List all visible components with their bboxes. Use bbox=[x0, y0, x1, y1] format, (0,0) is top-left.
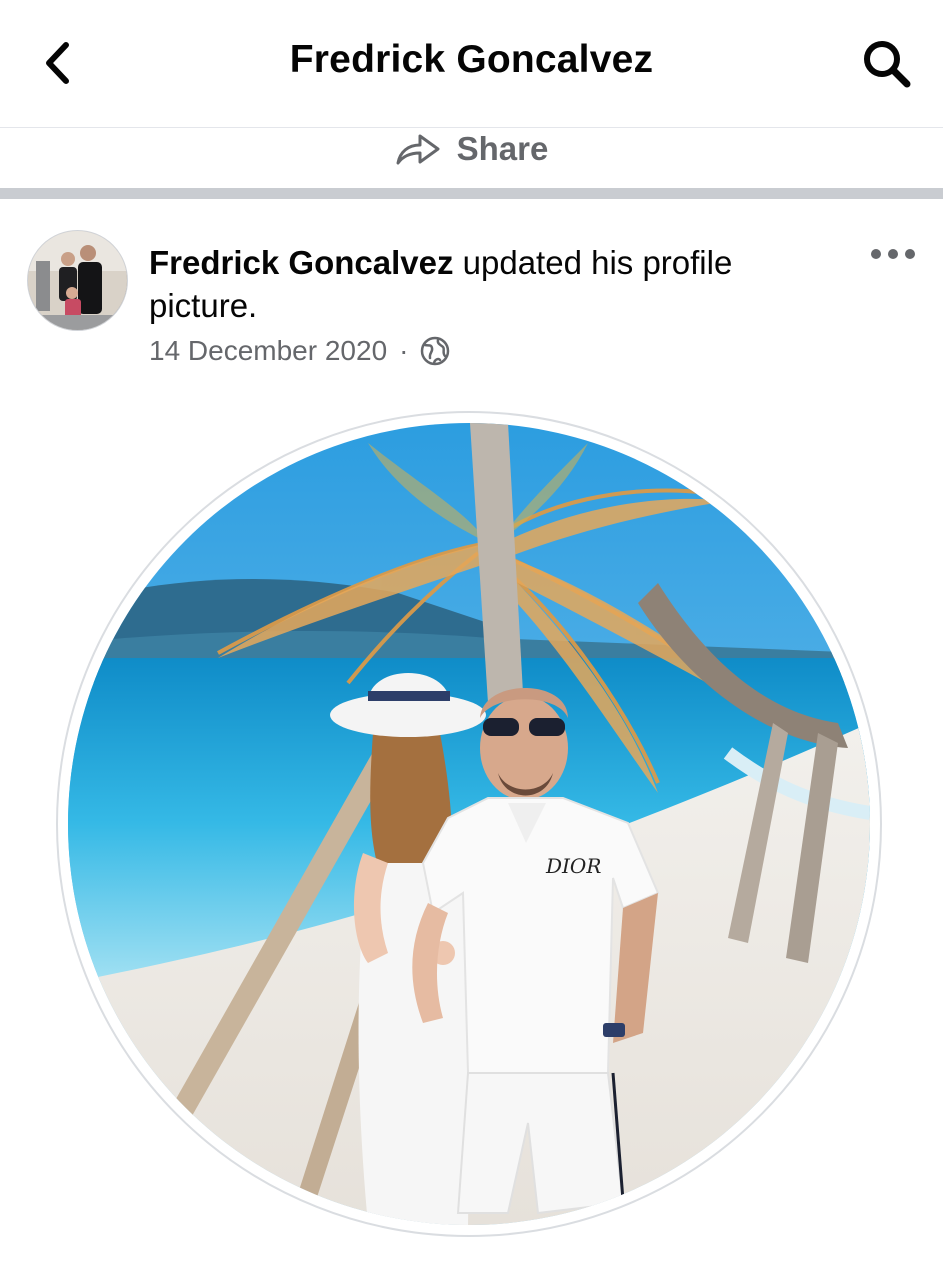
avatar-photo bbox=[28, 231, 127, 330]
search-icon bbox=[864, 41, 911, 88]
share-button[interactable]: Share bbox=[395, 130, 549, 168]
author-name-link[interactable]: Fredrick Goncalvez bbox=[149, 244, 453, 281]
profile-picture[interactable]: DIOR bbox=[56, 411, 882, 1237]
section-divider bbox=[0, 188, 943, 199]
post-card: Fredrick Goncalvez updated his profile p… bbox=[0, 199, 943, 1281]
shirt-logo-text: DIOR bbox=[545, 854, 601, 878]
post-actions-row: Share bbox=[0, 128, 943, 188]
top-bar: Fredrick Goncalvez bbox=[0, 0, 943, 128]
globe-icon bbox=[421, 336, 450, 366]
avatar[interactable] bbox=[27, 230, 128, 331]
post-date[interactable]: 14 December 2020 bbox=[149, 335, 387, 367]
more-dot bbox=[905, 249, 915, 259]
post-headline: Fredrick Goncalvez updated his profile p… bbox=[149, 241, 829, 327]
share-label: Share bbox=[456, 130, 549, 167]
more-dot bbox=[871, 249, 881, 259]
share-arrow-icon bbox=[396, 134, 440, 165]
more-dot bbox=[888, 249, 898, 259]
post-meta: 14 December 2020 · bbox=[149, 335, 450, 367]
profile-photo-image: DIOR bbox=[68, 423, 870, 1225]
meta-separator: · bbox=[399, 335, 409, 366]
search-button[interactable] bbox=[859, 36, 915, 92]
post-options-button[interactable] bbox=[871, 239, 915, 269]
page-title: Fredrick Goncalvez bbox=[289, 38, 654, 81]
